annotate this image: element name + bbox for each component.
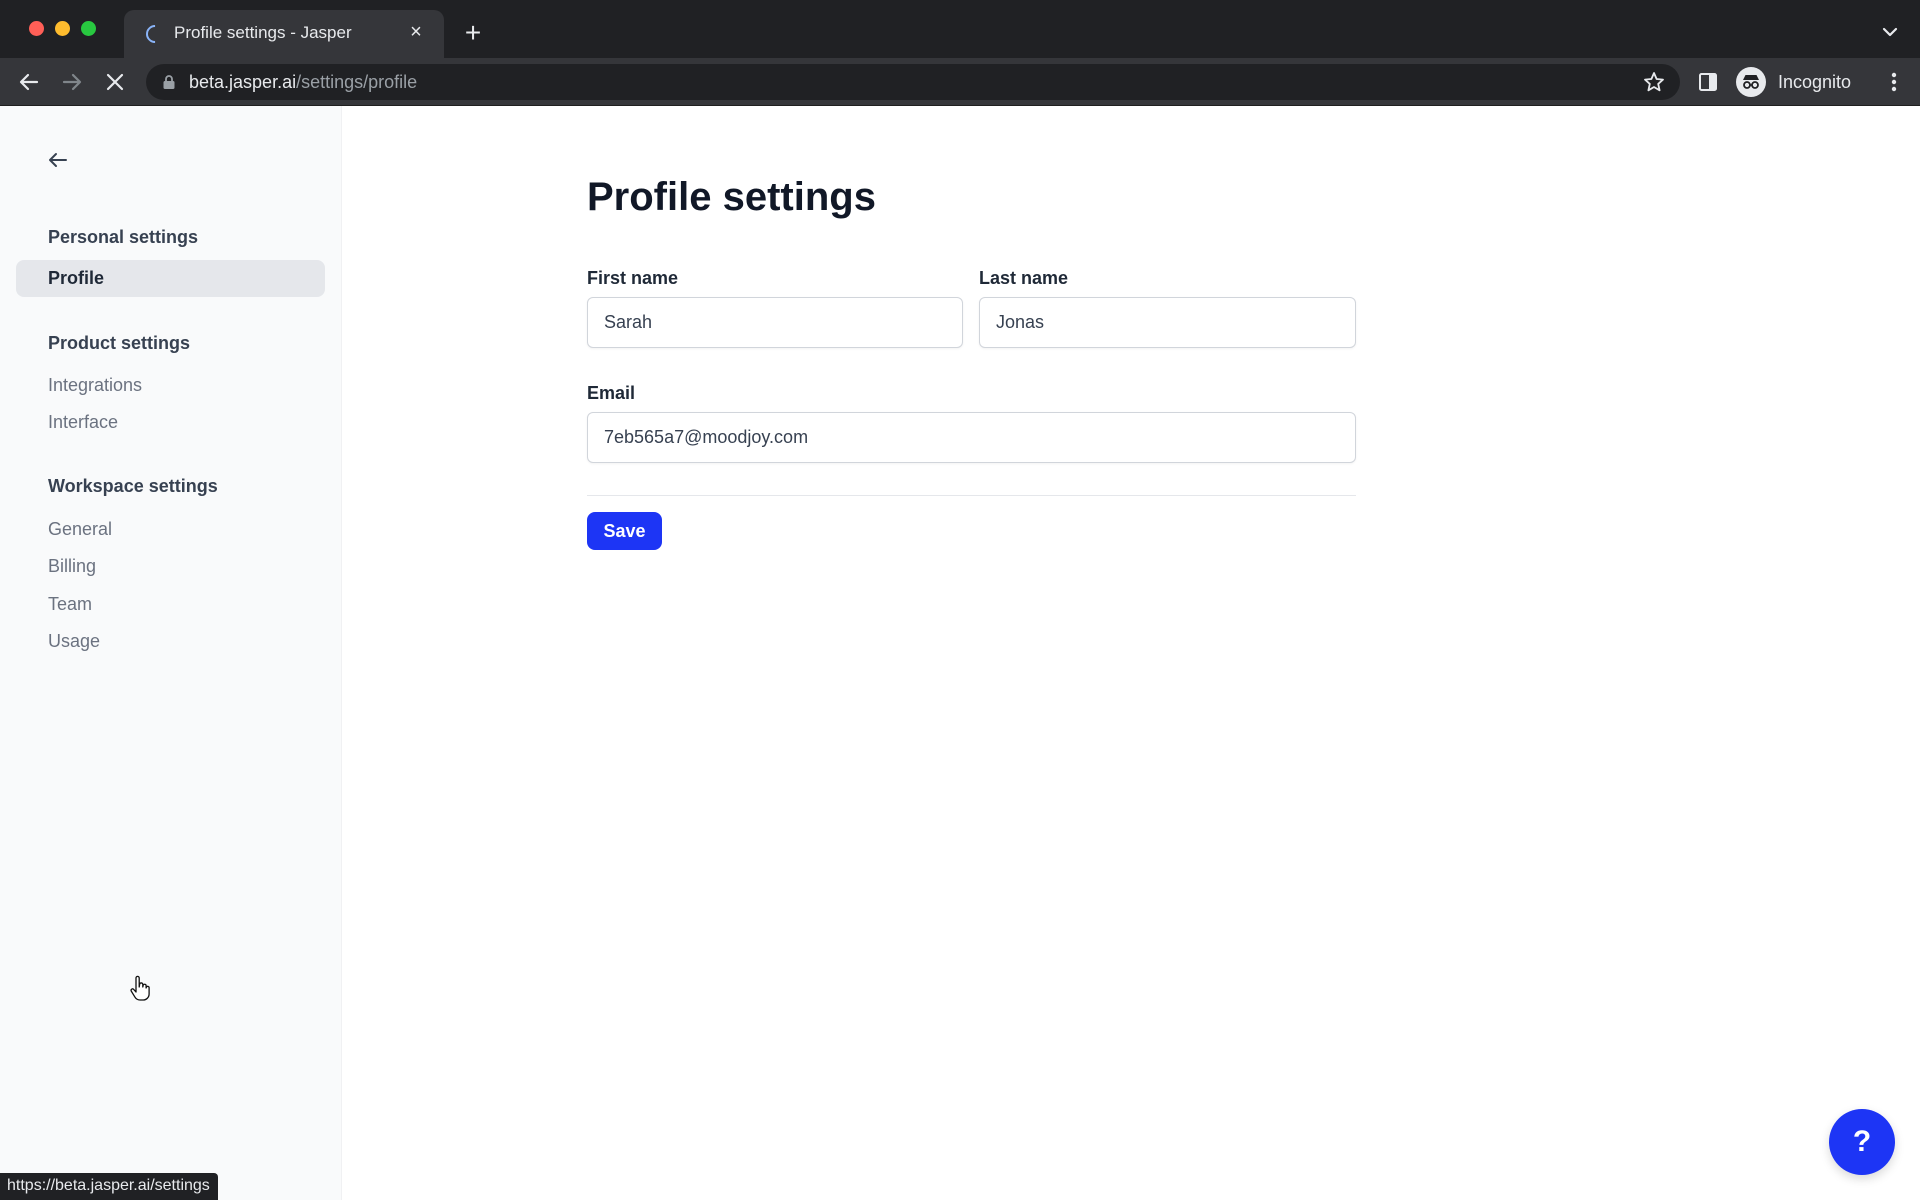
browser-toolbar: beta.jasper.ai/settings/profile Incognit… bbox=[0, 58, 1920, 106]
sidebar-item-usage[interactable]: Usage bbox=[48, 631, 100, 652]
url-host: beta.jasper.ai bbox=[189, 72, 297, 92]
incognito-profile-button[interactable]: Incognito bbox=[1736, 63, 1851, 101]
last-name-label: Last name bbox=[979, 268, 1069, 288]
browser-tab-bar: Profile settings - Jasper × + bbox=[0, 0, 1920, 58]
sidebar-heading-personal: Personal settings bbox=[48, 227, 199, 247]
sidebar-item-label: Profile bbox=[48, 268, 105, 288]
stop-loading-icon[interactable] bbox=[99, 66, 131, 98]
back-arrow-icon[interactable] bbox=[13, 66, 45, 98]
status-bar-url: https://beta.jasper.ai/settings bbox=[0, 1173, 218, 1200]
page-title: Profile settings bbox=[587, 175, 876, 219]
address-bar[interactable]: beta.jasper.ai/settings/profile bbox=[146, 64, 1680, 100]
email-input[interactable] bbox=[587, 412, 1356, 463]
save-button[interactable]: Save bbox=[587, 512, 662, 550]
sidebar-back-arrow-icon[interactable] bbox=[44, 146, 72, 174]
forward-arrow-icon[interactable] bbox=[56, 66, 88, 98]
tab-title: Profile settings - Jasper bbox=[174, 23, 352, 42]
last-name-input[interactable] bbox=[979, 297, 1356, 348]
hand-cursor-icon bbox=[130, 975, 150, 1001]
new-tab-button[interactable]: + bbox=[458, 18, 488, 48]
sidebar-item-interface[interactable]: Interface bbox=[48, 412, 118, 433]
email-label: Email bbox=[587, 383, 636, 403]
first-name-input[interactable] bbox=[587, 297, 963, 348]
first-name-label: First name bbox=[587, 268, 679, 288]
sidebar-heading-product: Product settings bbox=[48, 333, 191, 353]
sidebar-item-profile[interactable]: Profile bbox=[16, 260, 325, 297]
url-text[interactable]: beta.jasper.ai/settings/profile bbox=[189, 72, 417, 93]
bookmark-star-icon[interactable] bbox=[1642, 70, 1666, 94]
sidebar-item-team[interactable]: Team bbox=[48, 594, 92, 615]
sidebar-item-billing[interactable]: Billing bbox=[48, 556, 96, 577]
loading-spinner-icon bbox=[142, 21, 168, 47]
window-zoom-dot[interactable] bbox=[81, 21, 96, 36]
tab-close-icon[interactable]: × bbox=[404, 20, 428, 44]
browser-menu-icon[interactable] bbox=[1884, 70, 1904, 94]
form-divider bbox=[587, 495, 1356, 496]
help-button[interactable]: ? bbox=[1829, 1109, 1895, 1175]
sidebar-item-integrations[interactable]: Integrations bbox=[48, 375, 142, 396]
incognito-icon bbox=[1736, 67, 1766, 97]
side-panel-icon[interactable] bbox=[1696, 70, 1720, 94]
lock-icon[interactable] bbox=[162, 74, 176, 90]
window-minimize-dot[interactable] bbox=[55, 21, 70, 36]
settings-sidebar: Personal settings Profile Product settin… bbox=[0, 106, 342, 1200]
tab-list-chevron-icon[interactable] bbox=[1878, 20, 1902, 44]
browser-tab-active[interactable]: Profile settings - Jasper × bbox=[124, 10, 444, 58]
url-path: /settings/profile bbox=[296, 72, 418, 92]
incognito-label: Incognito bbox=[1778, 71, 1852, 92]
sidebar-heading-workspace: Workspace settings bbox=[48, 476, 218, 496]
sidebar-item-general[interactable]: General bbox=[48, 519, 112, 540]
window-close-dot[interactable] bbox=[29, 21, 44, 36]
